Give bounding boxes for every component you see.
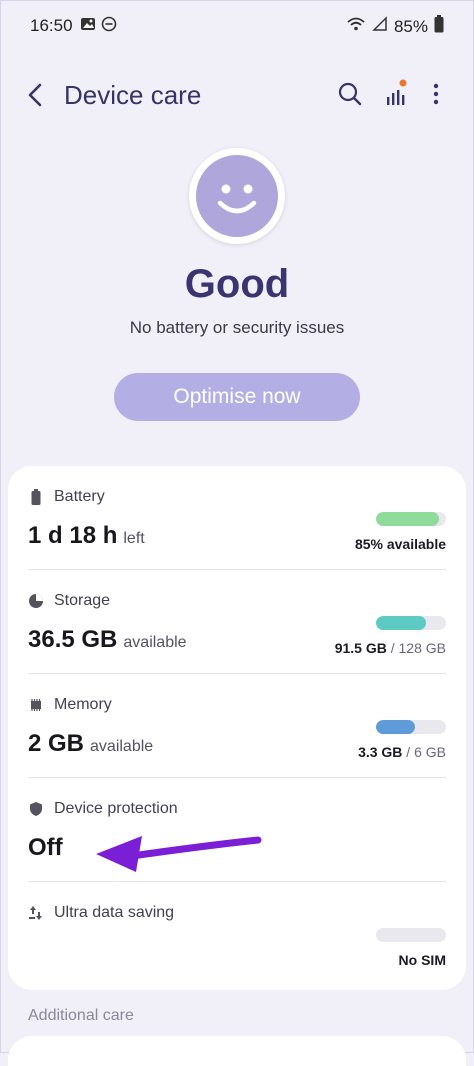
wifi-icon: [346, 16, 366, 37]
memory-total: / 6 GB: [402, 744, 446, 760]
status-bar: 16:50 85%: [0, 0, 474, 52]
battery-icon: [434, 15, 444, 38]
storage-total: / 128 GB: [386, 640, 446, 656]
memory-row[interactable]: Memory 2 GB available 3.3 GB / 6 GB: [8, 674, 466, 778]
memory-label: Memory: [54, 696, 112, 713]
storage-suffix: available: [123, 634, 187, 651]
search-button[interactable]: [336, 78, 366, 110]
memory-used: 3.3 GB: [358, 744, 403, 760]
status-face-badge: [189, 148, 285, 244]
care-card: Battery 1 d 18 h left 85% available Stor…: [8, 466, 466, 990]
app-bar: Device care: [0, 70, 474, 120]
signal-icon: [372, 16, 388, 37]
device-status: Good: [184, 262, 290, 306]
gallery-notification-icon: [80, 16, 96, 37]
bar-chart-icon: [387, 79, 407, 105]
storage-used: 91.5 GB: [334, 640, 387, 656]
device-protection-label: Device protection: [54, 800, 178, 817]
memory-chip-icon: [28, 697, 44, 713]
memory-progress-bar: [376, 720, 446, 734]
chevron-left-icon: [28, 83, 42, 107]
shield-icon: [28, 801, 44, 817]
page-title: Device care: [64, 80, 202, 110]
battery-available: 85% available: [354, 536, 446, 552]
more-options-button[interactable]: [422, 78, 452, 110]
optimise-now-button[interactable]: Optimise now: [114, 373, 360, 421]
status-right: 85%: [346, 15, 444, 38]
ultra-data-saving-bar: [376, 928, 446, 942]
reports-button[interactable]: [382, 78, 412, 110]
battery-progress-bar: [376, 512, 446, 526]
do-not-disturb-icon: [101, 16, 117, 37]
search-icon: [338, 82, 362, 106]
battery-percent: 85%: [393, 16, 428, 36]
status-time: 16:50: [30, 16, 73, 35]
memory-value: 2 GB: [28, 730, 85, 757]
more-vert-icon: [433, 83, 439, 105]
storage-value: 36.5 GB: [28, 626, 118, 653]
additional-care-label: Additional care: [28, 1007, 134, 1024]
memory-suffix: available: [90, 738, 154, 755]
battery-row[interactable]: Battery 1 d 18 h left 85% available: [8, 466, 466, 570]
battery-suffix: left: [123, 530, 145, 547]
back-button[interactable]: [24, 80, 50, 110]
ultra-data-saving-row[interactable]: Ultra data saving No SIM: [8, 882, 466, 986]
storage-pie-icon: [28, 593, 44, 609]
battery-icon: [28, 489, 44, 505]
smiley-face-icon: [196, 155, 278, 237]
data-saving-icon: [28, 905, 44, 921]
storage-row[interactable]: Storage 36.5 GB available 91.5 GB / 128 …: [8, 570, 466, 674]
additional-care-card: [8, 1036, 466, 1066]
ultra-data-saving-status: No SIM: [398, 952, 446, 968]
storage-label: Storage: [54, 592, 111, 609]
device-status-subtitle: No battery or security issues: [129, 318, 345, 337]
device-protection-value: Off: [28, 834, 63, 861]
ultra-data-saving-label: Ultra data saving: [54, 904, 175, 921]
storage-progress-bar: [376, 616, 446, 630]
annotation-arrow-icon: [96, 836, 262, 872]
battery-value: 1 d 18 h: [28, 522, 118, 549]
battery-label: Battery: [54, 488, 105, 505]
